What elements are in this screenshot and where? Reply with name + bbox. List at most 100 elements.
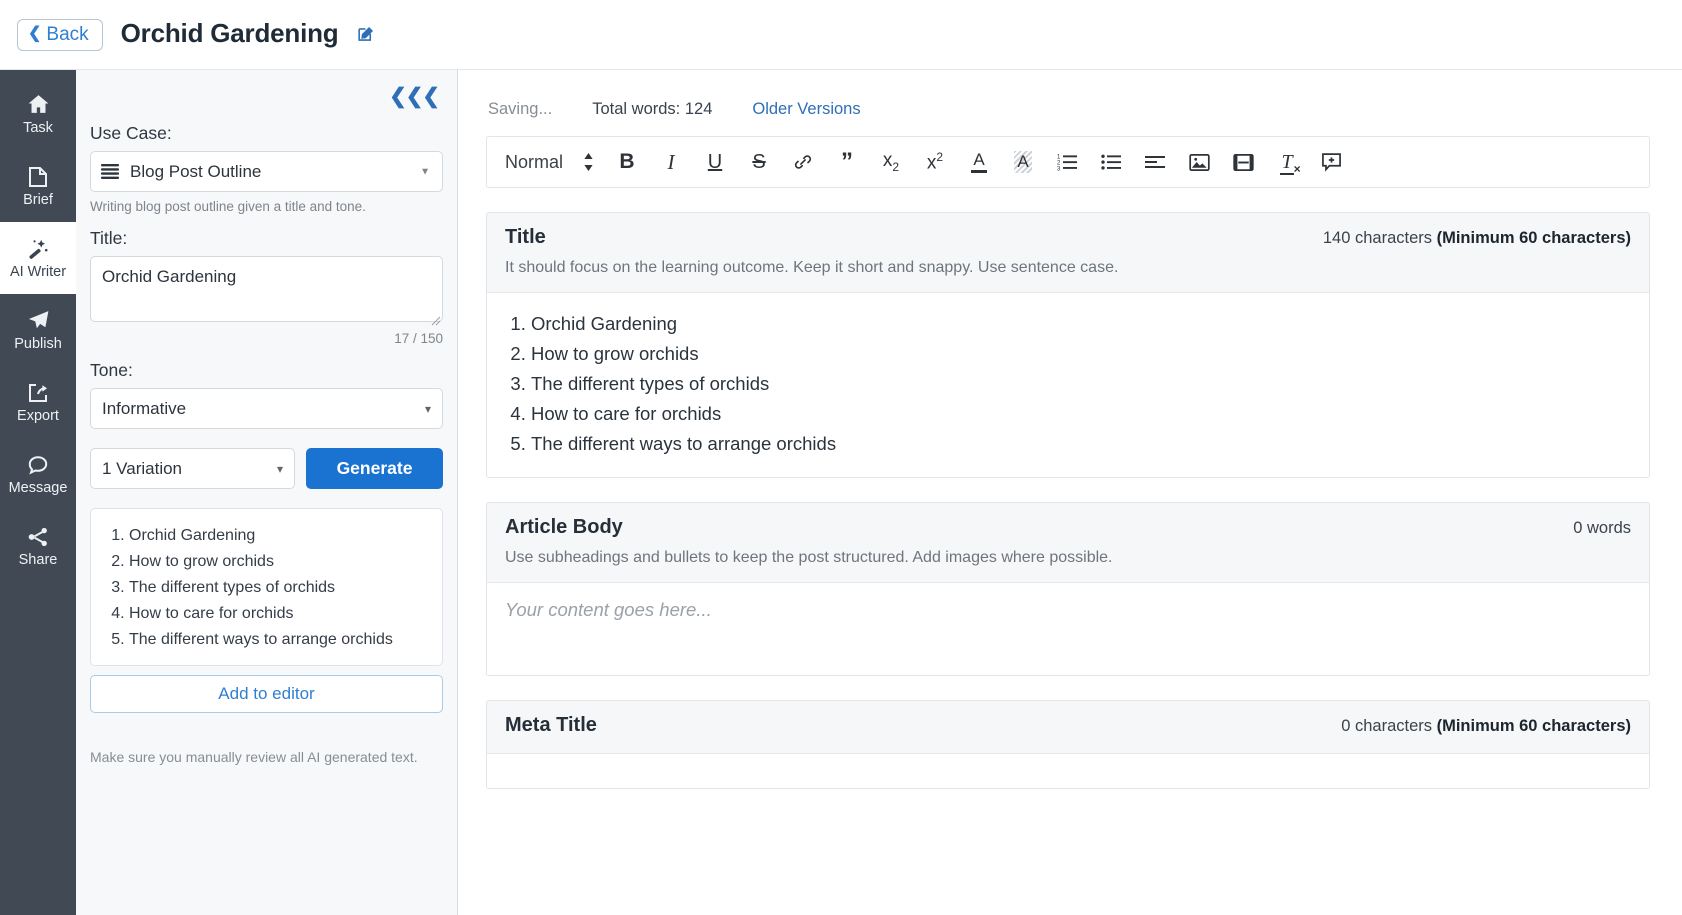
- title-input[interactable]: [90, 256, 443, 322]
- list-item: The different ways to arrange orchids: [129, 627, 426, 653]
- section-meta-min: (Minimum 60 characters): [1437, 229, 1631, 247]
- share-nodes-icon: [26, 525, 50, 549]
- list-item: The different types of orchids: [531, 369, 1631, 399]
- sidebar-item-share[interactable]: Share: [0, 510, 76, 582]
- sidebar-item-ai-writer[interactable]: AI Writer: [0, 222, 76, 294]
- back-button[interactable]: ❮ Back: [17, 19, 103, 51]
- subscript-icon[interactable]: x2: [869, 142, 913, 182]
- back-button-label: Back: [46, 25, 88, 44]
- app-root: ❮ Back Orchid Gardening Task: [0, 0, 1682, 915]
- sidebar-item-brief[interactable]: Brief: [0, 150, 76, 222]
- variation-count-select[interactable]: 1 Variation: [90, 448, 295, 489]
- clear-format-icon[interactable]: T ×: [1265, 142, 1309, 182]
- link-icon[interactable]: [781, 142, 825, 182]
- home-icon: [26, 92, 51, 117]
- older-versions-link[interactable]: Older Versions: [752, 100, 860, 119]
- section-content[interactable]: Orchid Gardening How to grow orchids The…: [487, 293, 1649, 477]
- list-item: How to care for orchids: [129, 601, 426, 627]
- section-meta-count: 0 words: [1573, 519, 1631, 538]
- sidebar-item-label: Publish: [14, 337, 62, 352]
- list-item: How to care for orchids: [531, 399, 1631, 429]
- strikethrough-icon[interactable]: S: [737, 142, 781, 182]
- video-icon[interactable]: [1221, 142, 1265, 182]
- list-item: The different ways to arrange orchids: [531, 429, 1631, 459]
- align-left-icon[interactable]: [1133, 142, 1177, 182]
- meta-title-section: Meta Title 0 characters (Minimum 60 char…: [486, 700, 1650, 789]
- section-title: Title: [505, 226, 546, 249]
- quote-icon[interactable]: ”: [825, 142, 869, 182]
- sidebar-item-label: AI Writer: [10, 265, 66, 280]
- italic-icon[interactable]: I: [649, 142, 693, 182]
- top-bar: ❮ Back Orchid Gardening: [0, 0, 1682, 70]
- ordered-list-icon[interactable]: 1 2 3: [1045, 142, 1089, 182]
- section-meta-count: 0 characters: [1341, 717, 1436, 735]
- edit-pencil-icon[interactable]: [356, 20, 375, 51]
- section-content[interactable]: Your content goes here...: [487, 583, 1649, 675]
- use-case-value: Blog Post Outline: [130, 162, 261, 182]
- section-meta-min: (Minimum 60 characters): [1437, 717, 1631, 735]
- section-meta: 140 characters (Minimum 60 characters): [1323, 229, 1631, 248]
- sidebar-item-task[interactable]: Task: [0, 78, 76, 150]
- generate-button[interactable]: Generate: [306, 448, 443, 489]
- page-title: Orchid Gardening: [121, 18, 375, 51]
- left-nav-rail: Task Brief: [0, 70, 76, 915]
- section-description: Use subheadings and bullets to keep the …: [505, 549, 1631, 567]
- use-case-hint: Writing blog post outline given a title …: [90, 199, 443, 214]
- saving-status: Saving...: [488, 100, 552, 119]
- section-title: Meta Title: [505, 714, 597, 737]
- sidebar-item-label: Export: [17, 409, 59, 424]
- paragraph-style-select[interactable]: Normal: [497, 142, 571, 182]
- content-placeholder: Your content goes here...: [505, 599, 712, 620]
- list-item: Orchid Gardening: [129, 523, 426, 549]
- article-body-section: Article Body 0 words Use subheadings and…: [486, 502, 1650, 676]
- section-meta-count: 140 characters: [1323, 229, 1437, 247]
- list-item: How to grow orchids: [531, 339, 1631, 369]
- total-words-count: Total words: 124: [592, 100, 712, 119]
- tone-select[interactable]: Informative: [90, 388, 443, 429]
- ai-writer-panel: ❮❮❮ Use Case: Blog Post Outline ▼ Writin…: [76, 70, 458, 915]
- share-box-icon: [26, 381, 50, 405]
- section-meta: 0 characters (Minimum 60 characters): [1341, 717, 1631, 736]
- section-description: It should focus on the learning outcome.…: [505, 259, 1631, 277]
- up-down-arrow-icon[interactable]: [571, 142, 605, 182]
- chevron-left-icon: ❮: [28, 26, 41, 42]
- main-body: Task Brief: [0, 70, 1682, 915]
- title-label: Title:: [90, 228, 443, 249]
- sidebar-item-label: Share: [19, 553, 58, 568]
- sidebar-item-label: Message: [9, 481, 68, 496]
- use-case-select[interactable]: Blog Post Outline ▼: [90, 151, 443, 192]
- section-header: Meta Title 0 characters (Minimum 60 char…: [487, 701, 1649, 754]
- ai-disclaimer: Make sure you manually review all AI gen…: [90, 749, 443, 765]
- section-header: Title 140 characters (Minimum 60 charact…: [487, 213, 1649, 293]
- page-title-text: Orchid Gardening: [121, 18, 339, 48]
- sidebar-item-label: Brief: [23, 193, 53, 208]
- text-color-icon[interactable]: A: [957, 142, 1001, 182]
- tone-label: Tone:: [90, 360, 443, 381]
- add-to-editor-button[interactable]: Add to editor: [90, 675, 443, 713]
- editor-toolbar: Normal B I U S ” x2: [486, 136, 1650, 188]
- title-section: Title 140 characters (Minimum 60 charact…: [486, 212, 1650, 478]
- svg-text:3: 3: [1057, 167, 1061, 172]
- section-header: Article Body 0 words Use subheadings and…: [487, 503, 1649, 583]
- use-case-label: Use Case:: [90, 123, 443, 144]
- editor-status-bar: Saving... Total words: 124 Older Version…: [486, 92, 1650, 126]
- chat-bubble-icon: [26, 453, 50, 477]
- highlight-icon[interactable]: A: [1001, 142, 1045, 182]
- image-icon[interactable]: [1177, 142, 1221, 182]
- bullet-list-icon[interactable]: [1089, 142, 1133, 182]
- list-item: Orchid Gardening: [531, 309, 1631, 339]
- section-title: Article Body: [505, 516, 623, 539]
- paper-plane-icon: [26, 308, 51, 333]
- list-item: How to grow orchids: [129, 549, 426, 575]
- generated-results-card: Orchid Gardening How to grow orchids The…: [90, 508, 443, 666]
- sidebar-item-publish[interactable]: Publish: [0, 294, 76, 366]
- add-comment-icon[interactable]: [1309, 142, 1353, 182]
- superscript-icon[interactable]: x2: [913, 142, 957, 182]
- bold-icon[interactable]: B: [605, 142, 649, 182]
- section-content[interactable]: [487, 754, 1649, 788]
- editor-pane: Saving... Total words: 124 Older Version…: [458, 70, 1682, 915]
- underline-icon[interactable]: U: [693, 142, 737, 182]
- collapse-panel-button[interactable]: ❮❮❮: [90, 70, 443, 109]
- sidebar-item-export[interactable]: Export: [0, 366, 76, 438]
- sidebar-item-message[interactable]: Message: [0, 438, 76, 510]
